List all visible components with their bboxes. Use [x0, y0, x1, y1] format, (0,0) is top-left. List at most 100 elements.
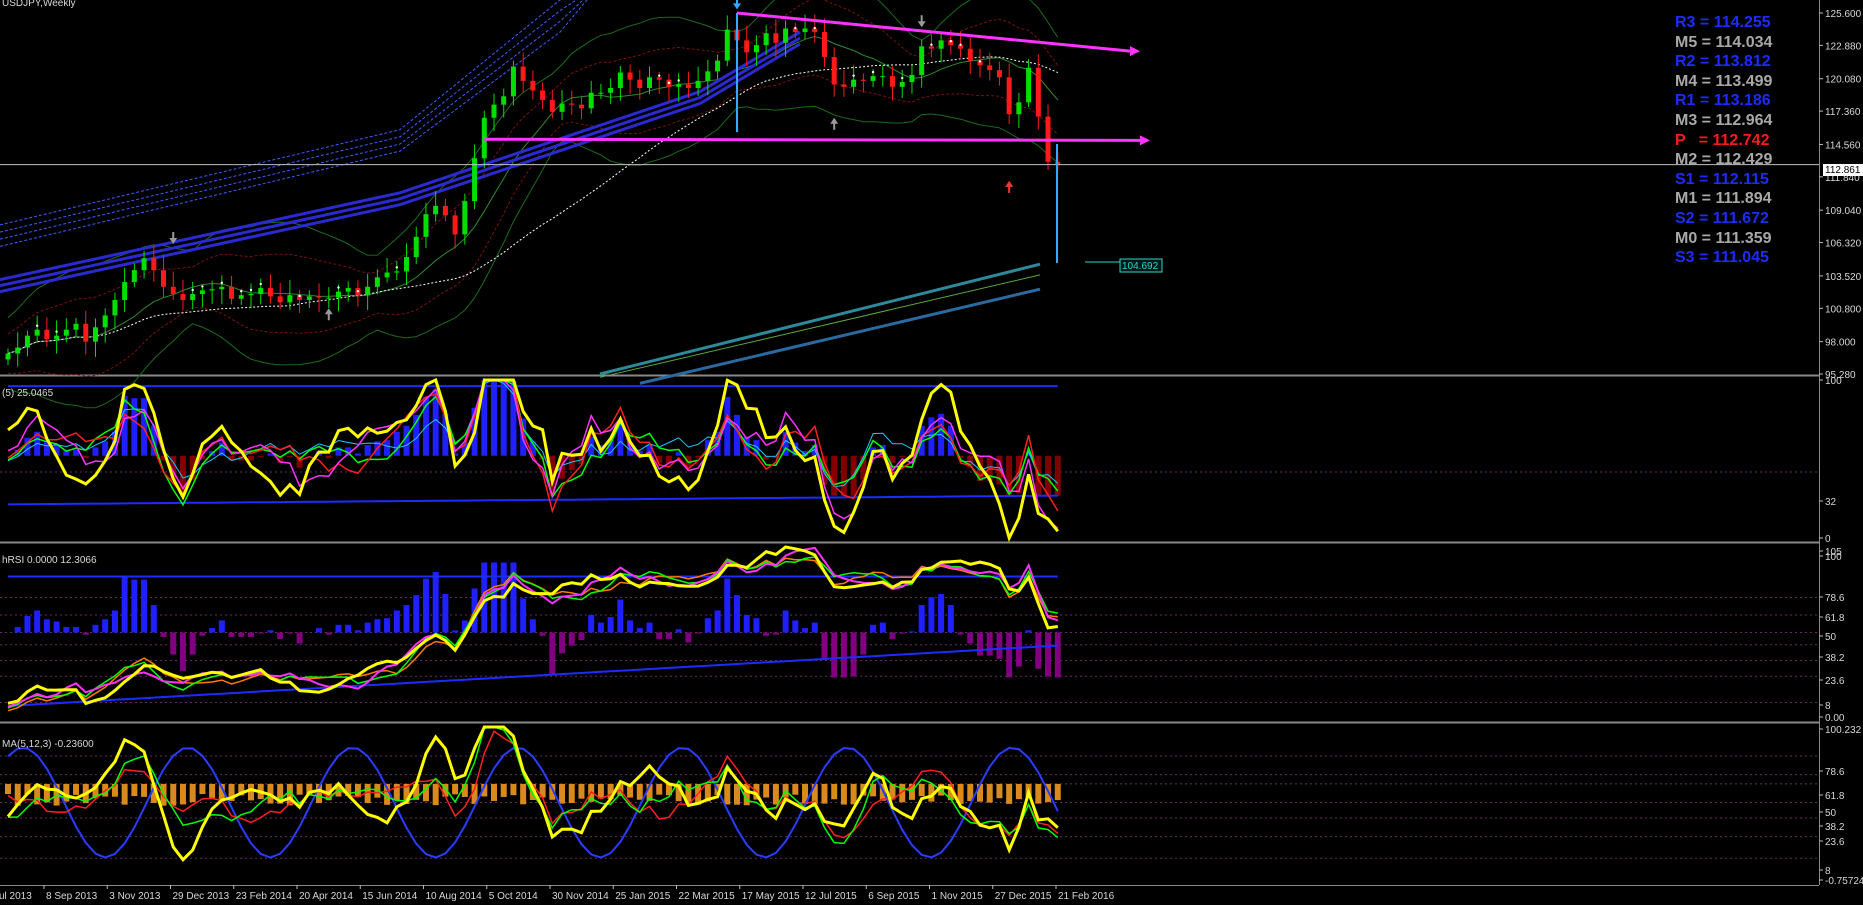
candle-body [647, 77, 653, 89]
pivot-p: P = 112.742 [1675, 131, 1770, 149]
histogram-bar [908, 631, 915, 633]
candle-body [112, 299, 118, 316]
histogram-bar [1045, 455, 1052, 496]
histogram-bar [199, 783, 206, 795]
histogram-bar [957, 632, 964, 635]
candle-body [501, 96, 507, 105]
candle-body [384, 272, 390, 278]
candle-body [442, 205, 448, 216]
candle-body [73, 323, 79, 330]
histogram-bar [568, 632, 575, 646]
y-tick-label: 98.000 [1825, 338, 1856, 349]
y-tick-label: 125.600 [1825, 9, 1862, 20]
y-tick-label: 114.560 [1825, 140, 1861, 151]
histogram-bar [160, 632, 167, 637]
histogram-bar [325, 632, 332, 635]
dot-marker [220, 281, 224, 285]
candle-body [277, 296, 283, 303]
histogram-bar [802, 628, 809, 633]
histogram-bar [1054, 783, 1061, 801]
histogram-bar [1035, 632, 1042, 669]
candle-body [24, 335, 30, 348]
candle-body [851, 79, 857, 87]
histogram-bar [1006, 783, 1013, 804]
candle-body [287, 295, 293, 303]
candle-body [316, 296, 322, 298]
histogram-bar [43, 619, 50, 633]
candle-body [63, 329, 69, 336]
panel-tick-label: 38.2 [1825, 822, 1845, 833]
histogram-bar [354, 630, 361, 633]
dot-marker [667, 81, 671, 85]
histogram-bar [656, 632, 663, 640]
candle-body [161, 270, 167, 287]
histogram-bar [491, 783, 497, 801]
candle-body [1006, 77, 1012, 115]
histogram-bar [92, 447, 99, 456]
candle-body [44, 329, 50, 340]
y-tick-label: 103.520 [1825, 272, 1862, 283]
histogram-bar [840, 455, 847, 496]
histogram-bar [899, 632, 906, 634]
histogram-bar [24, 616, 31, 633]
histogram-bar [559, 783, 566, 804]
price-chart: 125.600122.880120.080117.360114.560111.8… [0, 0, 1863, 905]
chart-title: USDJPY,Weekly [2, 0, 76, 9]
histogram-bar [928, 597, 935, 633]
histogram-bar [763, 783, 770, 798]
histogram-bar [432, 572, 439, 633]
x-tick-label: 25 Jan 2015 [615, 891, 670, 902]
histogram-bar [695, 455, 702, 457]
histogram-bar [704, 618, 711, 633]
histogram-bar [73, 627, 80, 633]
histogram-bar [286, 632, 293, 634]
histogram-bar [899, 455, 906, 457]
x-tick-label: 30 Nov 2014 [552, 891, 609, 902]
dot-marker [55, 330, 58, 333]
histogram-bar [520, 598, 527, 633]
histogram-bar [811, 622, 818, 633]
histogram-bar [870, 624, 877, 633]
histogram-bar [63, 627, 70, 633]
candle-body [705, 71, 711, 81]
panel-tick-label: 78.6 [1825, 593, 1845, 604]
panel-tick-label: 23.6 [1825, 837, 1845, 848]
histogram-bar [636, 783, 643, 800]
candle-body [374, 277, 380, 287]
y-tick-label: 100.800 [1825, 304, 1862, 315]
panel-tick-label: -0.75724 [1825, 876, 1863, 887]
histogram-bar [228, 632, 235, 637]
x-tick-label: Jul 2013 [0, 891, 32, 902]
histogram-bar [384, 618, 391, 633]
histogram-bar [743, 614, 750, 633]
candle-body [229, 286, 235, 299]
pivot-r2: R2 = 113.812 [1675, 53, 1771, 71]
histogram-bar [82, 455, 89, 459]
candle-body [909, 74, 915, 83]
histogram-bar [1025, 630, 1032, 633]
histogram-bar [520, 783, 527, 805]
histogram-bar [772, 632, 779, 635]
candle-body [938, 40, 944, 49]
candle-body [248, 293, 254, 296]
dot-marker [201, 285, 204, 288]
x-tick-label: 10 Aug 2014 [426, 891, 483, 902]
histogram-bar [111, 610, 118, 633]
candle-body [219, 286, 225, 290]
histogram-bar [335, 624, 342, 633]
candle-body [724, 29, 730, 61]
histogram-bar [296, 783, 303, 795]
candle-body [92, 327, 98, 342]
candle-body [617, 72, 623, 89]
histogram-bar [539, 632, 546, 636]
histogram-bar [1006, 632, 1013, 678]
histogram-bar [218, 620, 225, 633]
histogram-bar [189, 783, 196, 803]
histogram-bar [656, 783, 663, 795]
histogram-bar [413, 595, 420, 633]
histogram-bar [491, 380, 497, 456]
histogram-bar [675, 629, 682, 633]
x-tick-label: 8 Sep 2013 [46, 891, 98, 902]
histogram-bar [141, 579, 148, 633]
pivot-s2: S2 = 111.672 [1675, 209, 1769, 227]
